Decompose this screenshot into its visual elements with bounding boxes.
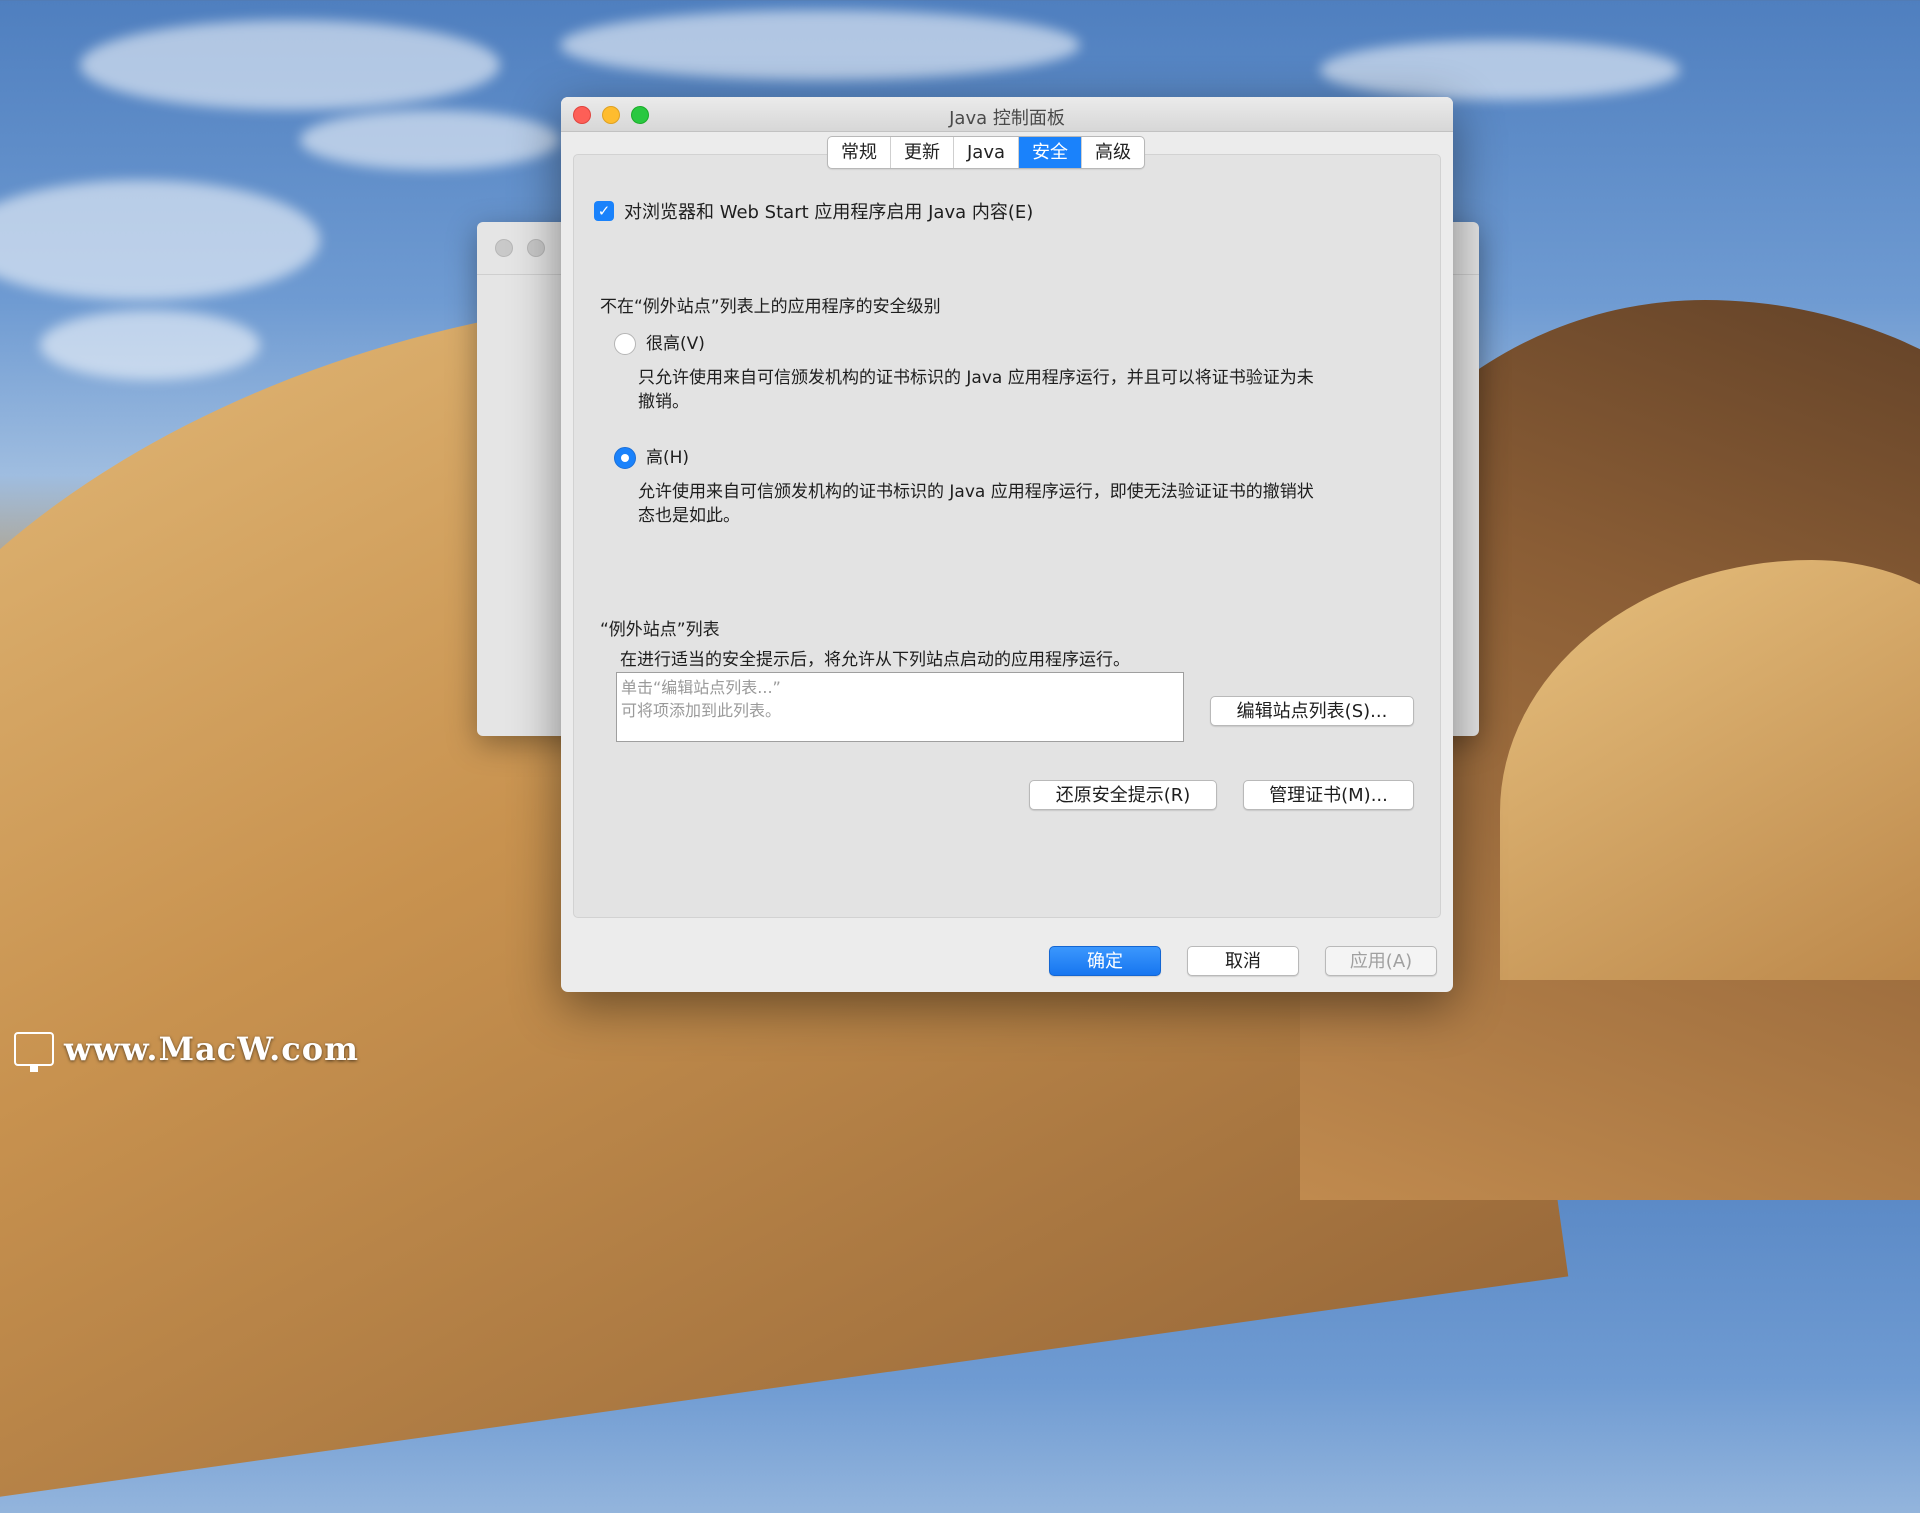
inactive-close-dot (495, 239, 513, 257)
level-high-row[interactable]: 高(H) (614, 446, 689, 470)
level-high-description: 允许使用来自可信颁发机构的证书标识的 Java 应用程序运行，即使无法验证证书的… (638, 480, 1408, 528)
cancel-button[interactable]: 取消 (1187, 946, 1299, 976)
ok-button[interactable]: 确定 (1049, 946, 1161, 976)
exception-site-list[interactable]: 单击“编辑站点列表...” 可将项添加到此列表。 (616, 672, 1184, 742)
site-list-placeholder-line2: 可将项添加到此列表。 (621, 701, 782, 720)
enable-java-row[interactable]: ✓ 对浏览器和 Web Start 应用程序启用 Java 内容(E) (594, 198, 1033, 224)
tab-bar: 常规 更新 Java 安全 高级 (827, 136, 1146, 169)
enable-java-checkbox[interactable]: ✓ (594, 201, 614, 221)
watermark: www.MacW.com (14, 1030, 359, 1072)
inactive-minimize-dot (527, 239, 545, 257)
exception-sites-title: “例外站点”列表 (600, 620, 720, 640)
restore-security-prompts-button[interactable]: 还原安全提示(R) (1029, 780, 1217, 810)
exception-sites-description: 在进行适当的安全提示后，将允许从下列站点启动的应用程序运行。 (620, 650, 1130, 670)
java-control-panel-window: Java 控制面板 常规 更新 Java 安全 高级 ✓ 对浏览器和 Web S… (561, 97, 1453, 992)
tab-security[interactable]: 安全 (1019, 137, 1083, 168)
site-list-placeholder-line1: 单击“编辑站点列表...” (621, 678, 781, 697)
level-very-high-desc-line1: 只允许使用来自可信颁发机构的证书标识的 Java 应用程序运行，并且可以将证书验… (638, 368, 1314, 388)
tab-update[interactable]: 更新 (891, 137, 954, 168)
level-high-label: 高(H) (646, 448, 690, 468)
level-high-desc-line2: 态也是如此。 (638, 506, 740, 526)
security-panel: ✓ 对浏览器和 Web Start 应用程序启用 Java 内容(E) 不在“例… (573, 154, 1441, 918)
enable-java-label: 对浏览器和 Web Start 应用程序启用 Java 内容(E) (624, 202, 1034, 223)
window-title: Java 控制面板 (949, 108, 1065, 129)
level-very-high-description: 只允许使用来自可信颁发机构的证书标识的 Java 应用程序运行，并且可以将证书验… (638, 366, 1408, 414)
level-very-high-desc-line2: 撤销。 (638, 392, 689, 412)
level-high-desc-line1: 允许使用来自可信颁发机构的证书标识的 Java 应用程序运行，即使无法验证证书的… (638, 482, 1314, 502)
manage-certificates-button[interactable]: 管理证书(M)... (1243, 780, 1414, 810)
level-very-high-row[interactable]: 很高(V) (614, 332, 705, 356)
watermark-text: www.MacW.com (64, 1030, 359, 1068)
apply-button[interactable]: 应用(A) (1325, 946, 1437, 976)
monitor-icon (14, 1032, 54, 1072)
security-level-heading: 不在“例外站点”列表上的应用程序的安全级别 (600, 297, 941, 317)
tab-java[interactable]: Java (954, 137, 1020, 168)
tab-general[interactable]: 常规 (828, 137, 891, 168)
title-bar[interactable]: Java 控制面板 (561, 97, 1453, 132)
level-high-radio[interactable] (614, 447, 636, 469)
level-very-high-radio[interactable] (614, 333, 636, 355)
level-very-high-label: 很高(V) (646, 334, 705, 354)
tab-advanced[interactable]: 高级 (1082, 137, 1144, 168)
edit-site-list-button[interactable]: 编辑站点列表(S)... (1210, 696, 1414, 726)
